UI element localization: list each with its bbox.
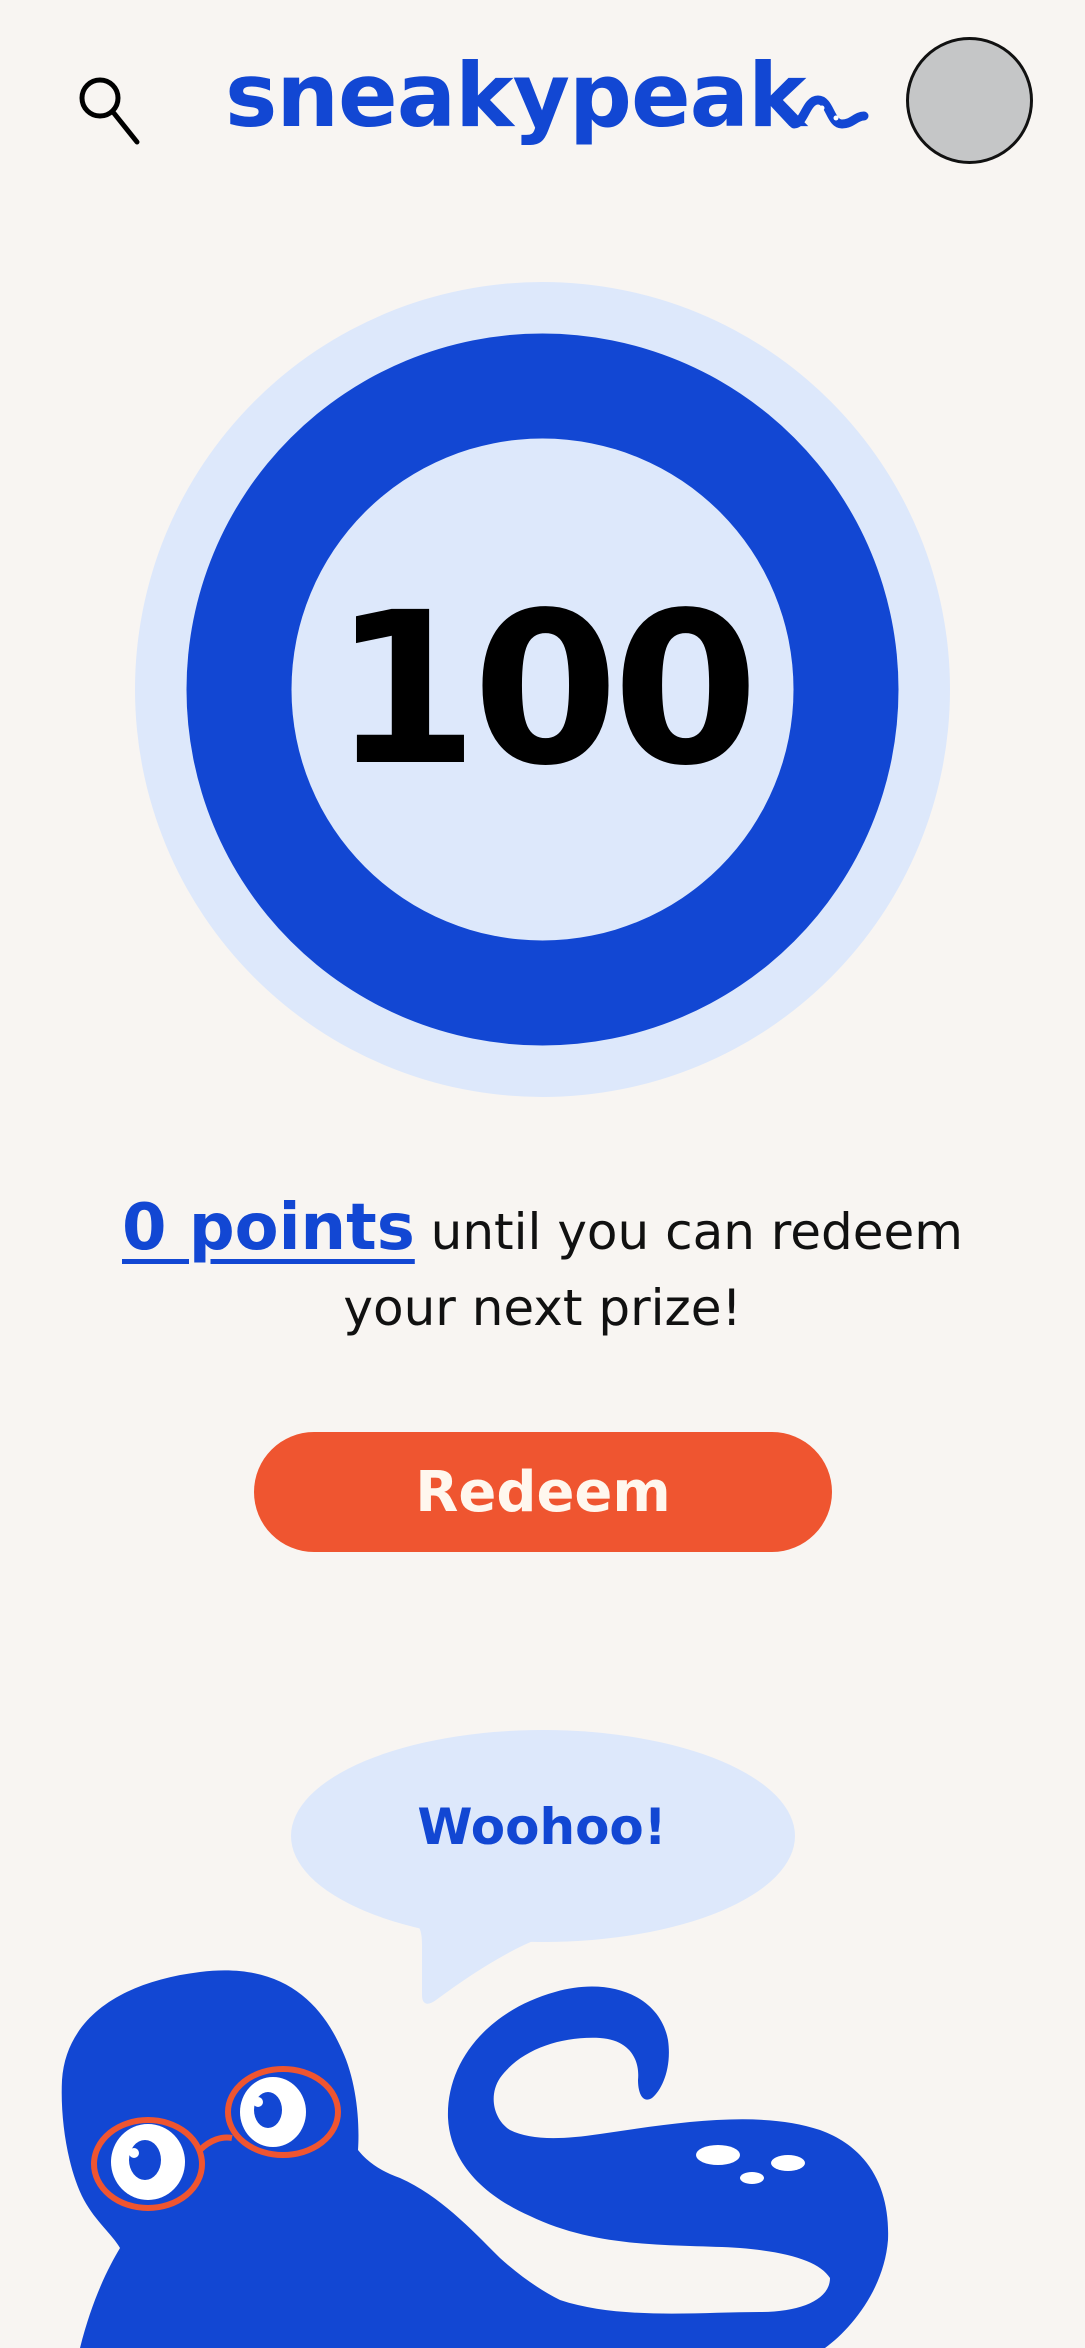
octopus-body bbox=[61, 1970, 889, 2348]
search-button[interactable] bbox=[72, 70, 148, 150]
redeem-button[interactable]: Redeem bbox=[254, 1432, 832, 1552]
sneakypeak-logo: sneakypeak bbox=[225, 40, 870, 160]
points-message: 0 points until you can redeem your next … bbox=[60, 1190, 1025, 1346]
avatar[interactable] bbox=[906, 37, 1033, 164]
logo-text: sneakypeak bbox=[225, 44, 807, 147]
search-icon bbox=[79, 77, 140, 145]
points-ring: 100 bbox=[135, 282, 950, 1097]
points-message-text: until you can redeem your next prize! bbox=[343, 1203, 963, 1337]
speech-bubble-text: Woohoo! bbox=[417, 1798, 667, 1856]
speech-bubble bbox=[291, 1730, 795, 2004]
points-value: 100 bbox=[332, 567, 758, 812]
tentacle-logo-icon bbox=[790, 95, 869, 129]
app-header: sneakypeak bbox=[0, 0, 1085, 200]
points-remaining-link[interactable]: 0 points bbox=[122, 1191, 415, 1265]
